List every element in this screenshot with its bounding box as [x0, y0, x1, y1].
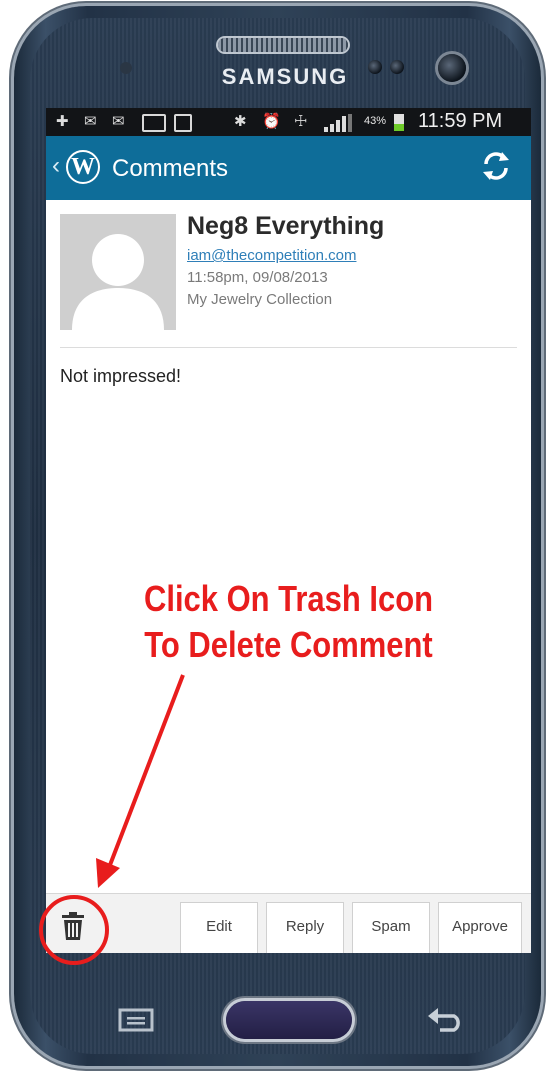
front-camera — [368, 60, 382, 74]
annotation-line-2: To Delete Comment — [144, 624, 433, 665]
screen-share-icon — [174, 114, 192, 132]
back-chevron-icon[interactable]: ‹ — [52, 152, 60, 180]
signal-icon — [324, 114, 352, 132]
action-bar: ‹ W Comments — [46, 136, 531, 200]
refresh-icon[interactable] — [478, 148, 514, 184]
trash-icon[interactable] — [60, 912, 86, 940]
alarm-icon: ⏰ — [262, 113, 281, 130]
phone-screen: ✚ ✉ ✉ ✱ ⏰ ☩ 43% 11:59 PM ‹ W Comments Ne… — [46, 108, 531, 953]
reply-button[interactable]: Reply — [266, 902, 344, 953]
comment-date: 11:58pm, 09/08/2013 — [187, 269, 328, 286]
status-bar: ✚ ✉ ✉ ✱ ⏰ ☩ 43% 11:59 PM — [46, 108, 531, 136]
status-clock: 11:59 PM — [418, 110, 503, 132]
wordpress-logo[interactable]: W — [66, 150, 100, 184]
comment-author: Neg8 Everything — [187, 212, 385, 240]
mail-icon: ✉ — [84, 113, 97, 130]
front-camera-lens — [438, 54, 466, 82]
earpiece-speaker — [218, 38, 348, 52]
comment-post-title: My Jewelry Collection — [187, 291, 333, 308]
battery-percent: 43% — [364, 115, 387, 127]
brand-logo: SAMSUNG — [221, 64, 349, 89]
mail-icon: ✉ — [112, 113, 125, 130]
comment-author-email[interactable]: iam@thecompetition.com — [187, 247, 356, 264]
comment-action-bar: Edit Reply Spam Approve — [46, 893, 531, 953]
annotation-text: Click On Trash Icon To Delete Comment — [80, 576, 497, 668]
home-button[interactable] — [226, 1001, 352, 1039]
comment-body: Not impressed! — [60, 366, 182, 386]
bluetooth-icon: ✱ — [234, 113, 247, 130]
wifi-icon: ☩ — [294, 113, 308, 130]
calendar-icon — [142, 114, 166, 132]
plus-icon: ✚ — [56, 113, 69, 130]
divider — [60, 347, 517, 348]
page-title: Comments — [112, 155, 229, 182]
back-key-icon[interactable] — [426, 1004, 466, 1032]
battery-icon — [394, 114, 404, 131]
menu-key-icon[interactable] — [118, 1008, 154, 1032]
sensor-dot — [120, 62, 132, 74]
front-camera — [390, 60, 404, 74]
avatar — [60, 214, 176, 330]
spam-button[interactable]: Spam — [352, 902, 430, 953]
edit-button[interactable]: Edit — [180, 902, 258, 953]
approve-button[interactable]: Approve — [438, 902, 522, 953]
annotation-line-1: Click On Trash Icon — [143, 578, 434, 619]
